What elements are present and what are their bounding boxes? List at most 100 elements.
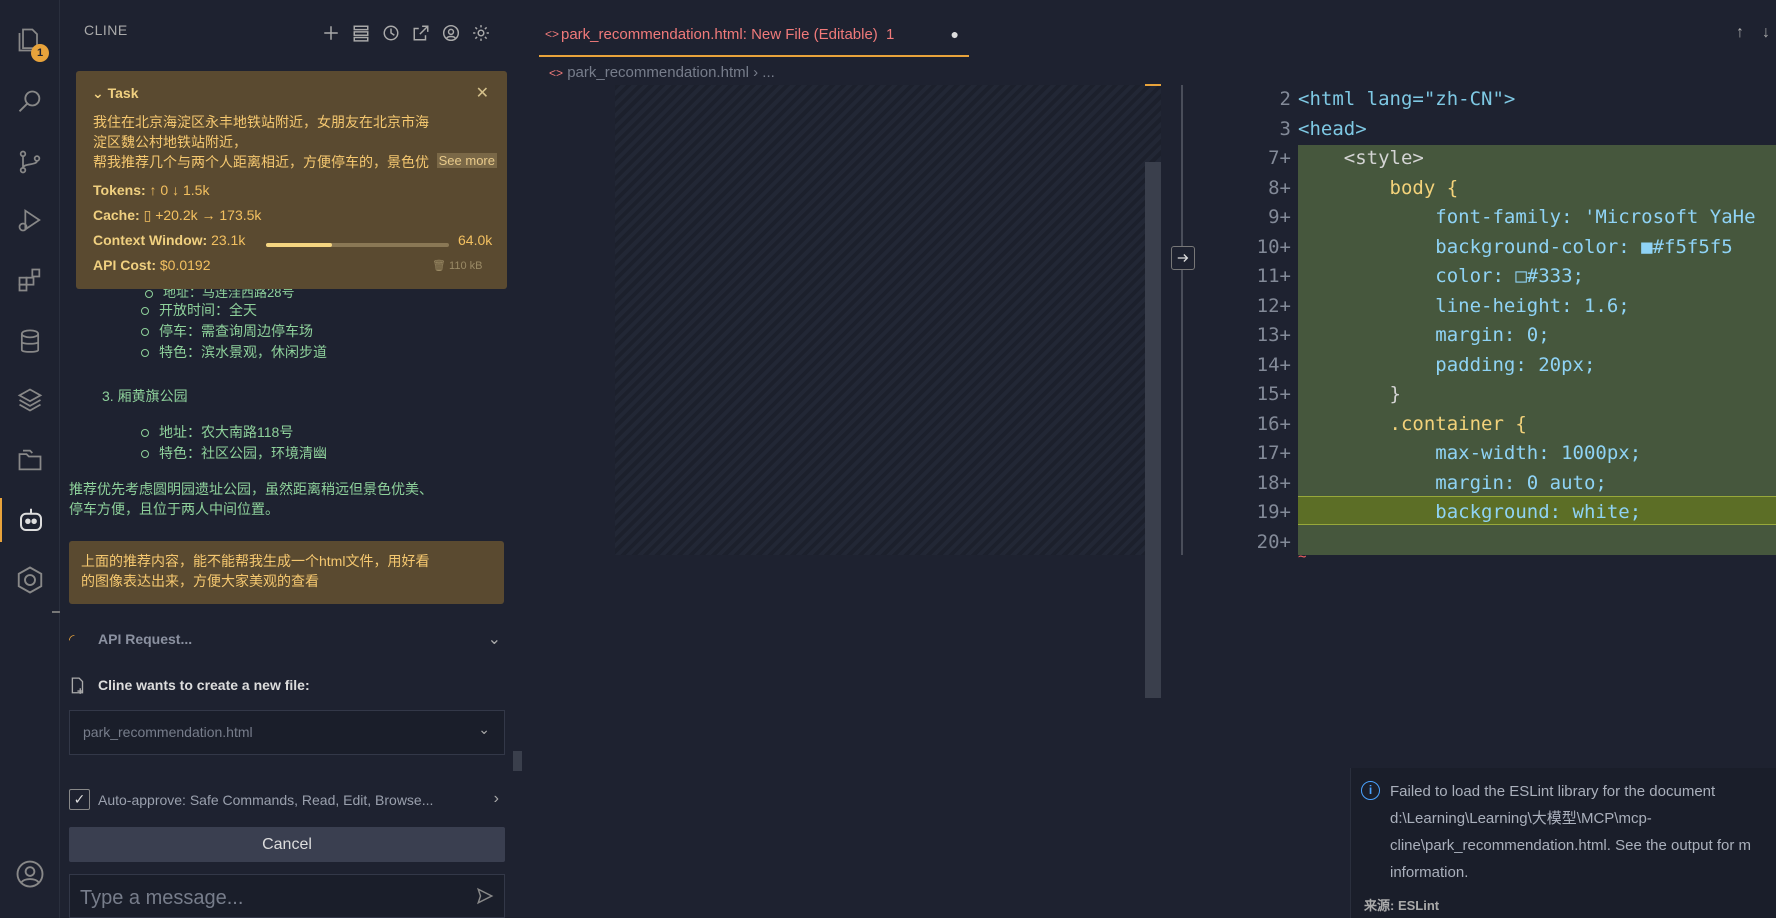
remote-icon[interactable]	[0, 558, 60, 602]
code-line[interactable]: font-family: 'Microsoft YaHe	[1298, 203, 1755, 233]
list-item-title: 3. 厢黄旗公园	[102, 388, 188, 404]
line-number: 11+	[1256, 265, 1291, 287]
popout-icon[interactable]	[410, 22, 431, 43]
scroll-marker	[1145, 84, 1161, 86]
code-editor[interactable]: 2 <html lang="zh-CN"> 3 <head> 7+ <style> 8+ …	[1203, 85, 1776, 565]
breadcrumb-file[interactable]: park_recommendation.html	[567, 64, 749, 81]
user-message-line: 的图像表达出来，方便大家美观的查看	[81, 573, 319, 589]
code-line[interactable]: line-height: 1.6;	[1298, 292, 1629, 322]
list-item: 开放时间：全天	[141, 300, 257, 320]
code-line[interactable]: max-width: 1000px;	[1298, 439, 1641, 469]
chevron-down-icon[interactable]: ⌄	[488, 629, 501, 649]
code-line[interactable]: background: white;	[1298, 498, 1641, 528]
bullet-circle	[141, 349, 149, 358]
context-label: Context Window:	[93, 232, 208, 248]
trash-icon[interactable]: 🗑	[432, 260, 446, 272]
info-icon: i	[1361, 781, 1380, 800]
run-debug-icon[interactable]	[0, 198, 60, 242]
arrow-right-icon[interactable]	[1171, 246, 1195, 270]
account-icon[interactable]	[0, 852, 60, 896]
cache-row: Cache: ▯ +20.2k → 173.5k	[93, 207, 261, 224]
editor-nav: ↑ ↓	[1736, 24, 1770, 42]
explorer-icon[interactable]	[0, 18, 60, 62]
diff-divider	[1181, 85, 1183, 555]
activity-bar: 1	[0, 0, 60, 918]
cancel-button[interactable]: Cancel	[69, 827, 505, 862]
user-message-line: 上面的推荐内容，能不能帮我生成一个html文件，用好看	[81, 553, 430, 569]
task-header[interactable]: ⌄ Task	[92, 85, 139, 102]
eslint-notification: i Failed to load the ESLint library for …	[1350, 768, 1776, 918]
api-request-label: API Request...	[98, 631, 193, 647]
bullet-circle	[141, 429, 149, 438]
task-title: Task	[107, 85, 139, 101]
new-task-icon[interactable]	[320, 22, 341, 43]
extensions-icon[interactable]	[0, 258, 60, 302]
chat-text: 推荐优先考虑圆明园遗址公园，虽然距离稍远但景色优美、	[69, 481, 433, 497]
breadcrumb-more[interactable]: ...	[762, 64, 775, 81]
chat-text: 开放时间：全天	[159, 302, 257, 318]
sidebar-toolbar	[320, 22, 491, 43]
mcp-servers-icon[interactable]	[350, 22, 371, 43]
editor-scrollbar[interactable]	[1145, 162, 1161, 698]
code-line[interactable]: <head>	[1298, 115, 1367, 145]
tokens-row: Tokens: ↑ 0 ↓ 1.5k	[93, 182, 209, 198]
api-cost-row: API Cost: $0.0192	[93, 257, 211, 273]
chevron-right-icon: ›	[493, 790, 499, 807]
tab-error-count: 1	[885, 26, 895, 43]
auto-approve-row[interactable]: ✓ Auto-approve: Safe Commands, Read, Edi…	[69, 788, 505, 812]
code-line[interactable]: body {	[1298, 174, 1459, 204]
task-text-line: 我住在北京海淀区永丰地铁站附近，女朋友在北京市海	[93, 114, 429, 130]
folder-icon[interactable]	[0, 438, 60, 482]
chat-text: 特色：滨水景观，休闲步道	[159, 344, 327, 360]
cache-icon: ▯	[143, 207, 152, 223]
code-line[interactable]: padding: 20px;	[1298, 351, 1595, 381]
settings-gear-icon[interactable]	[470, 22, 491, 43]
layers-icon[interactable]	[0, 378, 60, 422]
file-dropdown[interactable]: park_recommendation.html ⌄	[69, 710, 505, 755]
context-max: 64.0k	[458, 232, 493, 248]
bullet-circle	[145, 289, 153, 298]
line-number: 19+	[1256, 501, 1291, 523]
code-line[interactable]: background-color: ■#f5f5f5	[1298, 233, 1732, 263]
source-control-icon[interactable]	[0, 140, 60, 184]
code-line[interactable]: <style>	[1298, 144, 1424, 174]
cline-icon[interactable]	[0, 498, 60, 542]
account-circle-icon[interactable]	[440, 22, 461, 43]
code-line[interactable]: }	[1298, 380, 1401, 410]
tokens-value: ↑ 0 ↓ 1.5k	[149, 182, 210, 198]
arrow-down-icon[interactable]: ↓	[1762, 24, 1770, 42]
arrow-up-icon[interactable]: ↑	[1736, 24, 1744, 42]
chat-text: 停车：需查询周边停车场	[159, 323, 313, 339]
cache-label: Cache:	[93, 207, 140, 223]
code-line[interactable]: .container {	[1298, 410, 1527, 440]
search-icon[interactable]	[0, 80, 60, 124]
database-icon[interactable]	[0, 320, 60, 364]
notification-text: d:\Learning\Learning\大模型\MCP\mcp-	[1390, 810, 1652, 827]
cline-sidebar: CLINE ⌄ Task ✕ 我住在北京海淀区永丰地铁站附近，女朋友在北京市海 …	[52, 0, 523, 918]
code-line[interactable]: <html lang="zh-CN">	[1298, 85, 1515, 115]
list-item: 特色：社区公园，环境清幽	[141, 443, 327, 463]
line-number: 18+	[1256, 471, 1291, 494]
api-request-row[interactable]: ◜ API Request... ⌄	[69, 629, 505, 651]
code-line[interactable]: margin: 0;	[1298, 321, 1549, 351]
code-line[interactable]: margin: 0 auto;	[1298, 469, 1607, 499]
tab-title: park_recommendation.html: New File (Edit…	[561, 26, 878, 43]
unsaved-dot-icon[interactable]: ●	[951, 26, 959, 42]
line-number: 16+	[1256, 412, 1291, 435]
chevron-down-icon: ⌄	[92, 85, 108, 101]
send-icon[interactable]	[476, 887, 494, 911]
notification-text: Failed to load the ESLint library for th…	[1390, 783, 1716, 800]
close-icon[interactable]: ✕	[476, 83, 489, 103]
chat-text: 地址：马连洼西路28号	[163, 289, 295, 300]
checkbox-icon[interactable]: ✓	[69, 789, 90, 810]
breadcrumb: <> park_recommendation.html › ...	[549, 64, 775, 81]
sidebar-title: CLINE	[84, 22, 128, 38]
see-more-link[interactable]: See more	[436, 153, 497, 168]
message-input[interactable]: Type a message...	[69, 874, 505, 918]
line-number: 20+	[1256, 530, 1291, 553]
sidebar-scrollbar[interactable]	[513, 751, 522, 771]
editor-area: <> park_recommendation.html: New File (E…	[523, 0, 1776, 918]
editor-tab[interactable]: <> park_recommendation.html: New File (E…	[539, 20, 969, 57]
code-line[interactable]: color: □#333;	[1298, 262, 1584, 292]
history-icon[interactable]	[380, 22, 401, 43]
